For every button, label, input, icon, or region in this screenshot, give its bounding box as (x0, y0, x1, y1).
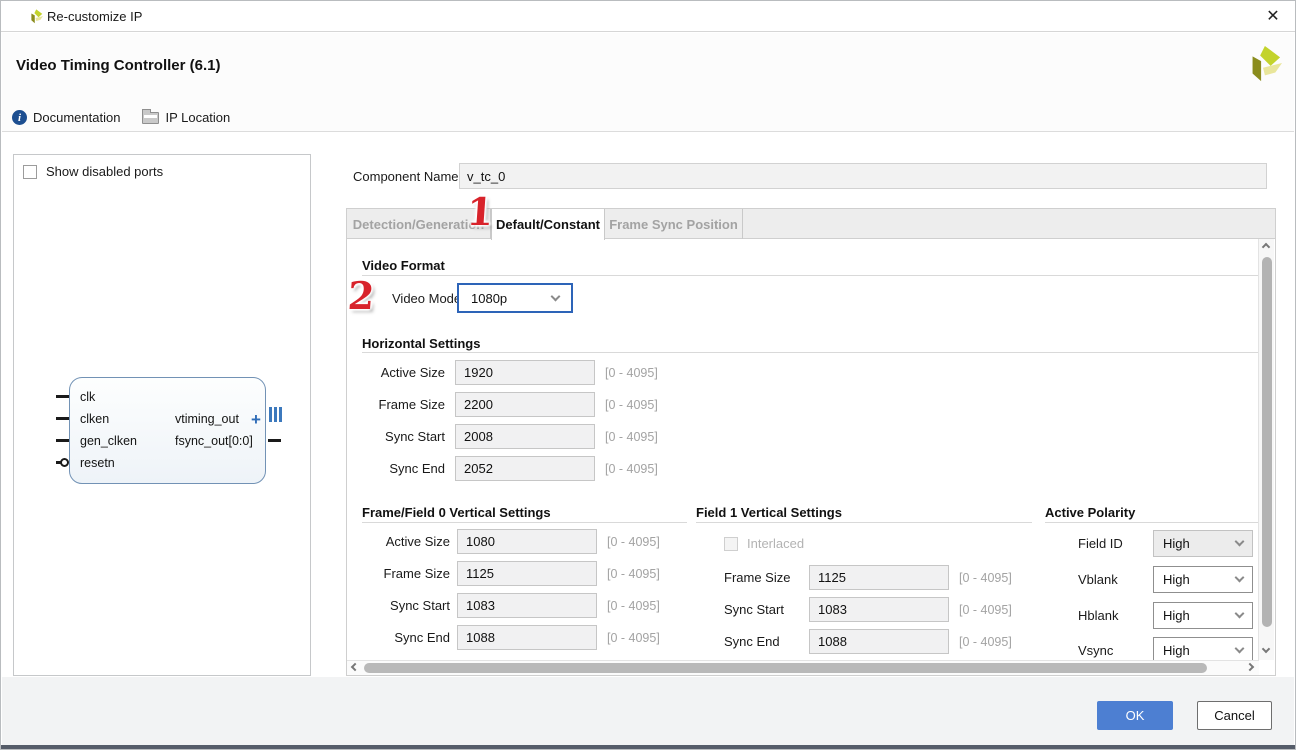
video-mode-row: Video Mode (392, 291, 461, 306)
vertical-scroll-thumb[interactable] (1262, 257, 1272, 627)
component-name-label: Component Name (353, 169, 459, 184)
h-active-size-input[interactable]: 1920 (455, 360, 595, 385)
v0-frame-size-input[interactable]: 1125 (457, 561, 597, 586)
show-disabled-ports-label: Show disabled ports (46, 164, 163, 179)
port-fsync-out: fsync_out[0:0] (175, 434, 253, 448)
horizontal-settings-divider (362, 352, 1258, 353)
port-clk: clk (80, 390, 95, 404)
clk-port-stub (56, 395, 69, 398)
frame-field0-divider (362, 522, 687, 523)
scroll-left-icon[interactable] (352, 664, 360, 672)
chevron-down-icon (1235, 573, 1245, 583)
field-id-select: High (1153, 530, 1253, 557)
expand-interface-icon[interactable]: + (251, 411, 261, 428)
chevron-down-icon (1235, 644, 1245, 654)
header-links: i Documentation IP Location (12, 110, 252, 125)
v1-frame-size-row: Frame Size 1125 [0 - 4095] (724, 565, 1012, 590)
hblank-row: Hblank High (1078, 602, 1253, 629)
h-sync-end-row: Sync End 2052 [0 - 4095] (362, 456, 658, 481)
vblank-row: Vblank High (1078, 566, 1253, 593)
horizontal-scroll-thumb[interactable] (364, 663, 1207, 673)
h-active-size-row: Active Size 1920 [0 - 4095] (362, 360, 658, 385)
h-sync-start-row: Sync Start 2008 [0 - 4095] (362, 424, 658, 449)
active-polarity-divider (1045, 522, 1258, 523)
v0-sync-end-row: Sync End 1088 [0 - 4095] (362, 625, 660, 650)
interlaced-label: Interlaced (747, 536, 804, 551)
field1-divider (696, 522, 1032, 523)
clken-port-stub (56, 417, 69, 420)
h-sync-start-input[interactable]: 2008 (455, 424, 595, 449)
ip-title: Video Timing Controller (6.1) (16, 57, 220, 74)
h-frame-size-input[interactable]: 2200 (455, 392, 595, 417)
show-disabled-ports-row: Show disabled ports (23, 164, 163, 179)
horizontal-settings-heading: Horizontal Settings (362, 336, 480, 351)
v1-sync-end-input[interactable]: 1088 (809, 629, 949, 654)
vertical-scrollbar[interactable] (1258, 239, 1274, 660)
v0-frame-size-row: Frame Size 1125 [0 - 4095] (362, 561, 660, 586)
vblank-select[interactable]: High (1153, 566, 1253, 593)
ok-button[interactable]: OK (1097, 701, 1173, 730)
video-format-heading: Video Format (362, 258, 445, 273)
xilinx-logo (1244, 45, 1282, 83)
v0-active-size-input[interactable]: 1080 (457, 529, 597, 554)
dialog-header: Video Timing Controller (6.1) i Document… (2, 33, 1294, 132)
annotation-step-1: 1 (465, 189, 495, 234)
field1-heading: Field 1 Vertical Settings (696, 505, 842, 520)
config-tab-panel: Detection/Generation Default/Constant Fr… (346, 208, 1276, 676)
annotation-step-2: 2 (346, 273, 376, 318)
hblank-select[interactable]: High (1153, 602, 1253, 629)
v1-sync-start-row: Sync Start 1083 [0 - 4095] (724, 597, 1012, 622)
tab-default-constant[interactable]: Default/Constant (491, 209, 605, 240)
field-id-row: Field ID High (1078, 530, 1253, 557)
v0-active-size-row: Active Size 1080 [0 - 4095] (362, 529, 660, 554)
fsync-out-stub (268, 439, 281, 442)
scroll-up-icon[interactable] (1263, 244, 1271, 252)
v0-sync-start-row: Sync Start 1083 [0 - 4095] (362, 593, 660, 618)
folder-icon (142, 112, 159, 124)
chevron-down-icon (1235, 609, 1245, 619)
v1-sync-start-input[interactable]: 1083 (809, 597, 949, 622)
title-bar: Re-customize IP ✕ (1, 1, 1295, 32)
v0-sync-end-input[interactable]: 1088 (457, 625, 597, 650)
ip-symbol-panel: Show disabled ports clk clken gen_clken … (13, 154, 311, 676)
v0-sync-start-input[interactable]: 1083 (457, 593, 597, 618)
h-frame-size-row: Frame Size 2200 [0 - 4095] (362, 392, 658, 417)
h-sync-end-input[interactable]: 2052 (455, 456, 595, 481)
background-window-strip (1, 745, 1295, 749)
v1-frame-size-input[interactable]: 1125 (809, 565, 949, 590)
port-gen-clken: gen_clken (80, 434, 137, 448)
interface-bundle-icon (269, 407, 284, 422)
scroll-down-icon[interactable] (1263, 646, 1271, 654)
documentation-link[interactable]: i Documentation (12, 110, 120, 125)
component-name-input[interactable]: v_tc_0 (459, 163, 1267, 189)
scroll-right-icon[interactable] (1247, 664, 1255, 672)
port-vtiming-out: vtiming_out (175, 412, 239, 426)
info-icon: i (12, 110, 27, 125)
video-mode-label: Video Mode (392, 291, 461, 306)
port-resetn: resetn (80, 456, 115, 470)
video-mode-select[interactable]: 1080p (457, 283, 573, 313)
interlaced-row: Interlaced (724, 536, 804, 551)
window-title: Re-customize IP (47, 9, 142, 24)
v1-sync-end-row: Sync End 1088 [0 - 4095] (724, 629, 1012, 654)
xilinx-logo-icon (28, 9, 43, 24)
horizontal-scrollbar[interactable] (347, 660, 1259, 675)
port-clken: clken (80, 412, 109, 426)
frame-field0-heading: Frame/Field 0 Vertical Settings (362, 505, 551, 520)
chevron-down-icon (551, 291, 561, 301)
close-icon[interactable]: ✕ (1263, 6, 1283, 26)
cancel-button[interactable]: Cancel (1197, 701, 1272, 730)
active-polarity-heading: Active Polarity (1045, 505, 1135, 520)
ip-location-link[interactable]: IP Location (142, 110, 230, 125)
recustomize-ip-dialog: Re-customize IP ✕ Video Timing Controlle… (0, 0, 1296, 750)
tab-frame-sync-position[interactable]: Frame Sync Position (605, 209, 743, 239)
chevron-down-icon (1235, 537, 1245, 547)
show-disabled-ports-checkbox[interactable] (23, 165, 37, 179)
interlaced-checkbox[interactable] (724, 537, 738, 551)
gen-clken-port-stub (56, 439, 69, 442)
video-format-divider (362, 275, 1258, 276)
resetn-active-low-icon (60, 458, 69, 467)
